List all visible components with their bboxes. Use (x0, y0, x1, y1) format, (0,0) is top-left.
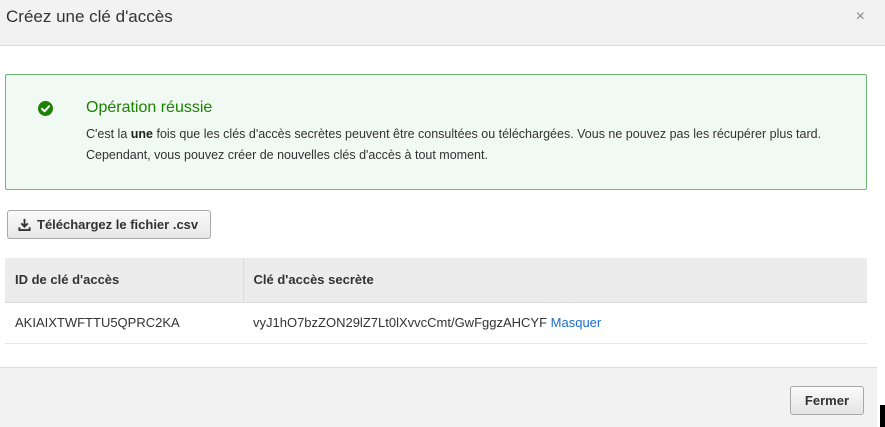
table-row: AKIAIXTWFTTU5QPRC2KA vyJ1hO7bzZON29lZ7Lt… (5, 302, 867, 344)
hide-secret-link[interactable]: Masquer (551, 315, 602, 330)
close-button[interactable]: Fermer (789, 386, 864, 415)
window-edge-marker (880, 405, 885, 427)
dialog-header: Créez une clé d'accès × (0, 0, 885, 46)
check-circle-icon (38, 101, 53, 116)
access-keys-table: ID de clé d'accès Clé d'accès secrète AK… (5, 258, 867, 344)
alert-emphasis: une (130, 127, 153, 141)
dialog-title: Créez une clé d'accès (6, 7, 173, 26)
download-icon (18, 218, 31, 231)
download-csv-button[interactable]: Téléchargez le fichier .csv (7, 210, 212, 239)
table-header-row: ID de clé d'accès Clé d'accès secrète (5, 258, 867, 303)
secret-access-key-value: vyJ1hO7bzZON29lZ7Lt0lXvvcCmt/GwFggzAHCYF (253, 315, 548, 330)
alert-title: Opération réussie (86, 99, 213, 116)
column-header-secret-access-key: Clé d'accès secrète (243, 258, 867, 303)
download-csv-label: Téléchargez le fichier .csv (37, 217, 199, 232)
secret-access-key-cell: vyJ1hO7bzZON29lZ7Lt0lXvvcCmt/GwFggzAHCYF… (243, 302, 867, 344)
access-key-id-cell: AKIAIXTWFTTU5QPRC2KA (5, 302, 243, 344)
column-header-access-key-id: ID de clé d'accès (5, 258, 244, 303)
close-icon[interactable]: × (856, 9, 865, 25)
success-alert: Opération réussie C'est la une fois que … (5, 74, 867, 190)
dialog-footer: Fermer (0, 367, 877, 427)
alert-message: C'est la une fois que les clés d'accès s… (86, 127, 822, 162)
